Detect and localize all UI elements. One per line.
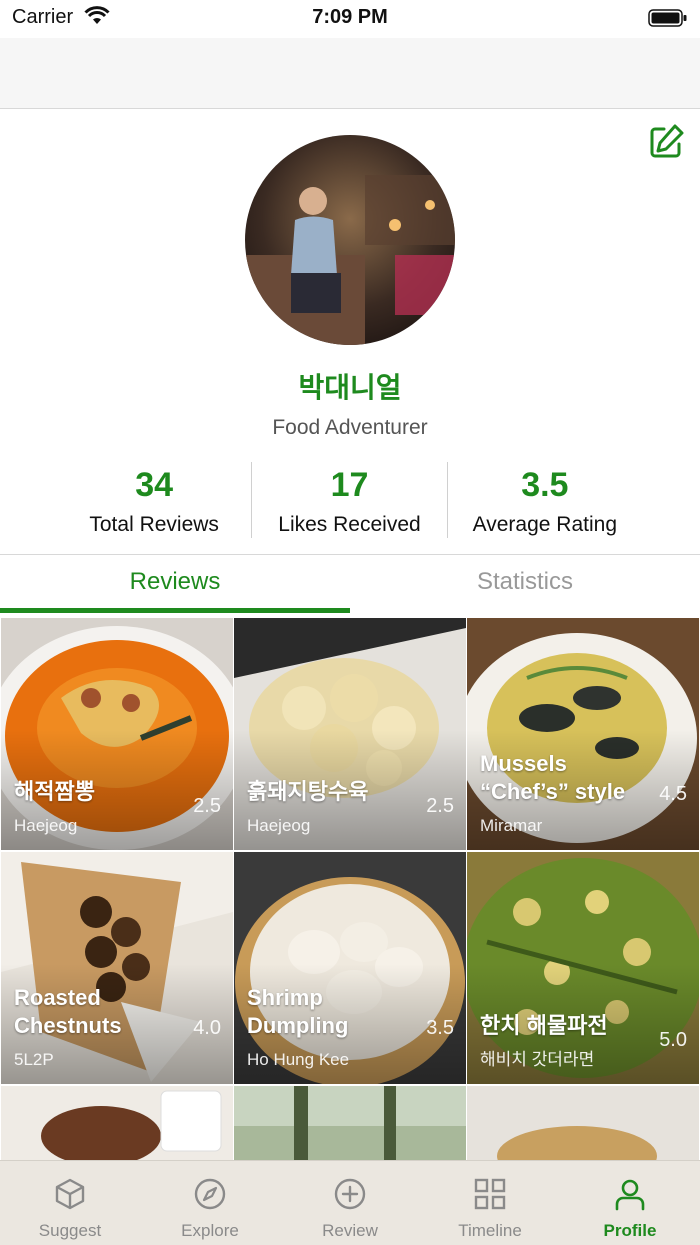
review-photo [234, 1086, 466, 1160]
tabbar-label: Explore [181, 1221, 239, 1240]
tabbar-label: Timeline [458, 1221, 522, 1240]
restaurant-name: Ho Hung Kee [247, 1050, 350, 1069]
edit-profile-icon[interactable] [646, 122, 686, 162]
stat-label: Average Rating [472, 513, 617, 536]
stat-value: 17 [330, 466, 369, 504]
avatar[interactable] [245, 135, 455, 345]
navigation-bar [0, 38, 700, 109]
dish-name: 해적짬뽕 [14, 779, 95, 804]
tabbar-item-suggest[interactable]: Suggest [0, 1161, 140, 1245]
tab-reviews[interactable]: Reviews [0, 555, 350, 613]
stat-label: Likes Received [278, 513, 421, 536]
dish-name: 한치 해물파전 [480, 1013, 608, 1038]
rating: 3.5 [426, 1017, 454, 1039]
review-card[interactable] [1, 1086, 233, 1160]
tabbar-item-explore[interactable]: Explore [140, 1161, 280, 1245]
stat-label: Total Reviews [89, 513, 219, 536]
status-bar: Carrier 7:09 PM [0, 0, 700, 38]
stat-average-rating: 3.5 Average Rating [446, 462, 642, 538]
clock: 7:09 PM [312, 6, 388, 28]
tabbar-item-review[interactable]: Review [280, 1161, 420, 1245]
restaurant-name: 해비치 갓더라면 [480, 1050, 595, 1069]
stat-value: 3.5 [521, 466, 569, 504]
tabbar-item-profile[interactable]: Profile [560, 1161, 700, 1245]
tabbar-label: Profile [603, 1221, 657, 1240]
tabbar-item-timeline[interactable]: Timeline [420, 1161, 560, 1245]
battery-icon [648, 9, 687, 27]
restaurant-name: 5L2P [14, 1050, 54, 1069]
profile-stats: 34 Total Reviews 17 Likes Received 3.5 A… [57, 462, 642, 538]
restaurant-name: Miramar [480, 816, 543, 835]
dish-name: Shrimp Dumpling [247, 985, 349, 1038]
restaurant-name: Haejeog [14, 816, 78, 835]
person-icon [615, 1179, 645, 1211]
profile-title: Food Adventurer [272, 416, 428, 439]
rating: 4.0 [193, 1017, 221, 1039]
stat-total-reviews: 34 Total Reviews [57, 462, 251, 538]
compass-icon [194, 1178, 226, 1210]
review-card[interactable] [467, 1086, 699, 1160]
rating: 5.0 [659, 1029, 687, 1051]
grid-icon [474, 1178, 506, 1210]
review-card[interactable]: 흙돼지탕수육 Haejeog 2.5 [234, 618, 466, 850]
tabbar-label: Suggest [38, 1221, 102, 1240]
review-card[interactable]: 해적짬뽕 Haejeog 2.5 [1, 618, 233, 850]
dish-name: Roasted Chestnuts [14, 985, 122, 1038]
profile-name: 박대니얼 [298, 372, 402, 403]
review-card[interactable] [234, 1086, 466, 1160]
stat-value: 34 [135, 466, 174, 504]
rating: 4.5 [659, 783, 687, 805]
avatar-photo [245, 135, 455, 345]
review-card[interactable]: Mussels “Chef’s” style Miramar 4.5 [467, 618, 699, 850]
cube-icon [55, 1178, 85, 1210]
plus-circle-icon [334, 1178, 366, 1210]
review-card[interactable]: Shrimp Dumpling Ho Hung Kee 3.5 [234, 852, 466, 1084]
review-photo [467, 1086, 699, 1160]
stat-likes-received: 17 Likes Received [251, 462, 446, 538]
bottom-tab-bar: Suggest Explore Review Timeline Profile [0, 1160, 700, 1245]
tab-statistics[interactable]: Statistics [350, 555, 700, 613]
review-card[interactable]: Roasted Chestnuts 5L2P 4.0 [1, 852, 233, 1084]
tabbar-label: Review [322, 1221, 378, 1240]
restaurant-name: Haejeog [247, 816, 311, 835]
dish-name: Mussels “Chef’s” style [480, 751, 626, 804]
review-card[interactable]: 한치 해물파전 해비치 갓더라면 5.0 [467, 852, 699, 1084]
segment-tabs: Reviews Statistics [0, 555, 700, 613]
rating: 2.5 [193, 795, 221, 817]
dish-name: 흙돼지탕수육 [247, 779, 369, 804]
review-photo [1, 1086, 233, 1160]
rating: 2.5 [426, 795, 454, 817]
